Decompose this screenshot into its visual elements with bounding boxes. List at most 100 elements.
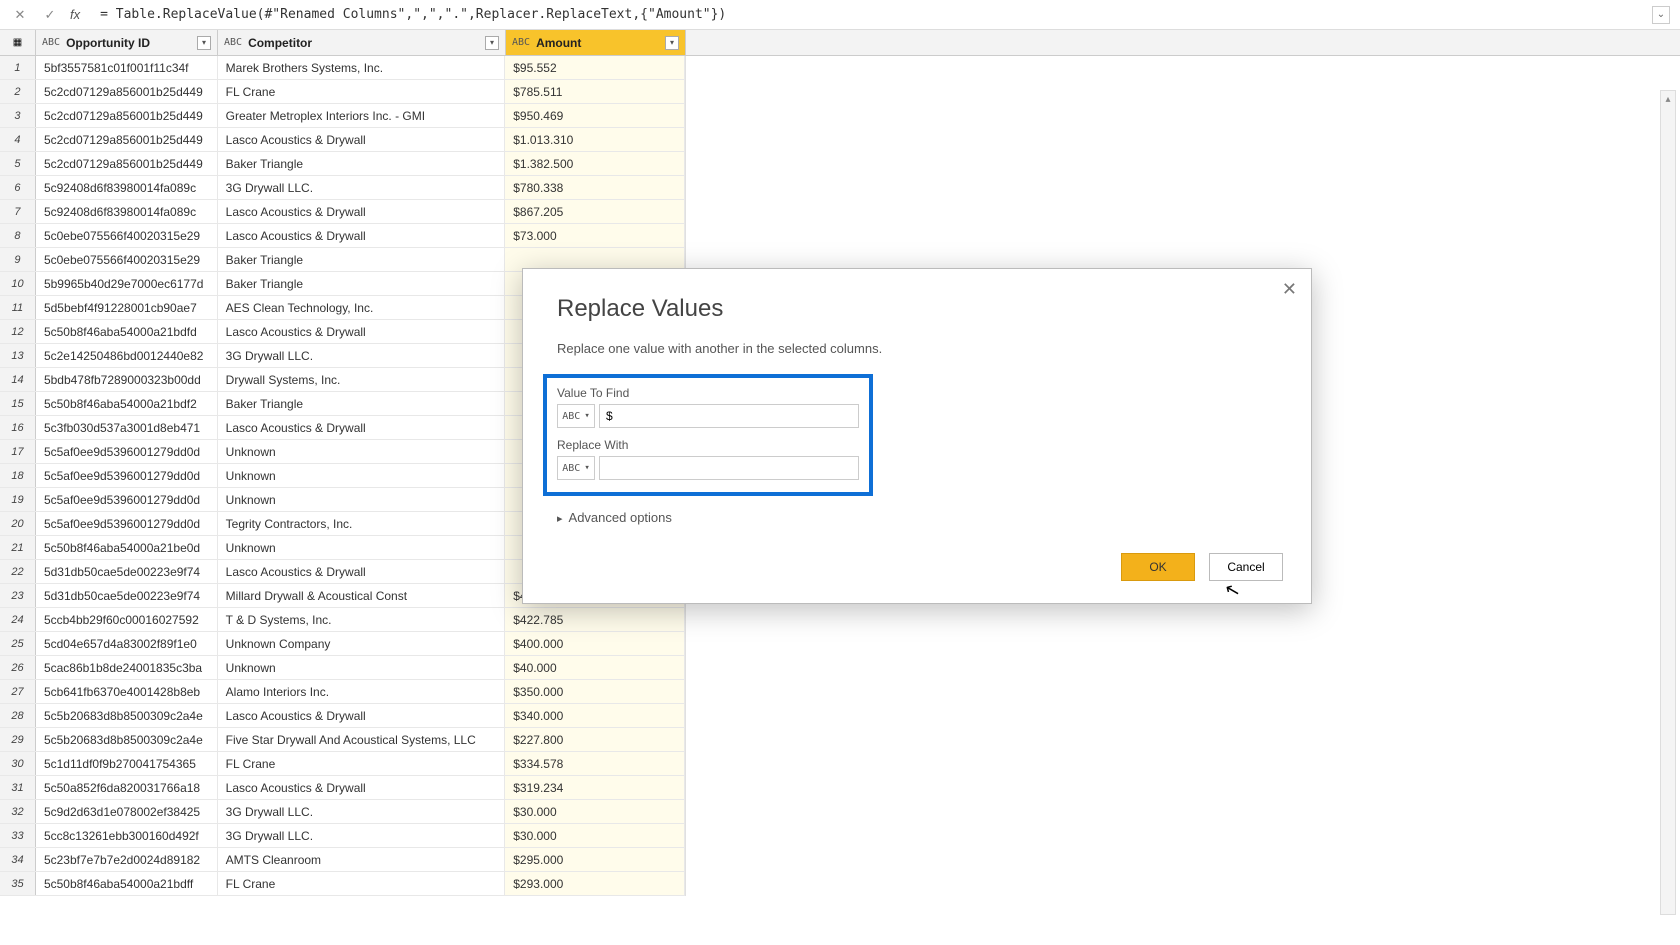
cell-competitor[interactable]: Baker Triangle (218, 152, 506, 175)
cell-opportunity[interactable]: 5c5af0ee9d5396001279dd0d (36, 512, 218, 535)
table-row[interactable]: 325c9d2d63d1e078002ef384253G Drywall LLC… (0, 800, 685, 824)
cell-competitor[interactable]: Lasco Acoustics & Drywall (218, 560, 506, 583)
table-row[interactable]: 255cd04e657d4a83002f89f1e0Unknown Compan… (0, 632, 685, 656)
cell-opportunity[interactable]: 5cd04e657d4a83002f89f1e0 (36, 632, 218, 655)
cell-opportunity[interactable]: 5c2cd07129a856001b25d449 (36, 152, 218, 175)
value-to-find-input[interactable] (599, 404, 859, 428)
cell-opportunity[interactable]: 5d31db50cae5de00223e9f74 (36, 584, 218, 607)
row-number[interactable]: 21 (0, 536, 36, 559)
cell-competitor[interactable]: Unknown (218, 488, 506, 511)
row-number[interactable]: 33 (0, 824, 36, 847)
cell-competitor[interactable]: Lasco Acoustics & Drywall (218, 128, 506, 151)
cell-competitor[interactable]: Drywall Systems, Inc. (218, 368, 506, 391)
cell-opportunity[interactable]: 5c50a852f6da820031766a18 (36, 776, 218, 799)
cell-opportunity[interactable]: 5c92408d6f83980014fa089c (36, 176, 218, 199)
row-number[interactable]: 27 (0, 680, 36, 703)
cell-opportunity[interactable]: 5c2cd07129a856001b25d449 (36, 104, 218, 127)
table-row[interactable]: 265cac86b1b8de24001835c3baUnknown$40.000 (0, 656, 685, 680)
table-row[interactable]: 345c23bf7e7b7e2d0024d89182AMTS Cleanroom… (0, 848, 685, 872)
row-number[interactable]: 8 (0, 224, 36, 247)
column-header-competitor[interactable]: ABC Competitor ▾ (218, 30, 506, 55)
cell-amount[interactable]: $40.000 (505, 656, 685, 679)
row-number[interactable]: 31 (0, 776, 36, 799)
table-row[interactable]: 65c92408d6f83980014fa089c3G Drywall LLC.… (0, 176, 685, 200)
cell-amount[interactable]: $30.000 (505, 800, 685, 823)
cell-competitor[interactable]: Baker Triangle (218, 272, 506, 295)
cell-competitor[interactable]: Lasco Acoustics & Drywall (218, 416, 506, 439)
row-number[interactable]: 26 (0, 656, 36, 679)
cell-opportunity[interactable]: 5c5b20683d8b8500309c2a4e (36, 704, 218, 727)
cell-competitor[interactable]: Unknown (218, 536, 506, 559)
cell-opportunity[interactable]: 5bf3557581c01f001f11c34f (36, 56, 218, 79)
cell-opportunity[interactable]: 5c5af0ee9d5396001279dd0d (36, 488, 218, 511)
row-number[interactable]: 5 (0, 152, 36, 175)
cell-opportunity[interactable]: 5c23bf7e7b7e2d0024d89182 (36, 848, 218, 871)
row-number[interactable]: 4 (0, 128, 36, 151)
cancel-button[interactable]: Cancel (1209, 553, 1283, 581)
row-number[interactable]: 14 (0, 368, 36, 391)
row-number[interactable]: 34 (0, 848, 36, 871)
cell-competitor[interactable]: AES Clean Technology, Inc. (218, 296, 506, 319)
table-row[interactable]: 55c2cd07129a856001b25d449Baker Triangle$… (0, 152, 685, 176)
cell-competitor[interactable]: 3G Drywall LLC. (218, 176, 506, 199)
cell-opportunity[interactable]: 5c2cd07129a856001b25d449 (36, 80, 218, 103)
cell-competitor[interactable]: 3G Drywall LLC. (218, 824, 506, 847)
cell-competitor[interactable]: Baker Triangle (218, 248, 506, 271)
row-number[interactable]: 17 (0, 440, 36, 463)
cell-opportunity[interactable]: 5c50b8f46aba54000a21be0d (36, 536, 218, 559)
cell-opportunity[interactable]: 5cac86b1b8de24001835c3ba (36, 656, 218, 679)
row-number[interactable]: 12 (0, 320, 36, 343)
row-number[interactable]: 18 (0, 464, 36, 487)
find-type-selector[interactable]: ABC (557, 404, 595, 428)
cell-opportunity[interactable]: 5c50b8f46aba54000a21bdff (36, 872, 218, 895)
cell-competitor[interactable]: T & D Systems, Inc. (218, 608, 506, 631)
cell-opportunity[interactable]: 5c5af0ee9d5396001279dd0d (36, 464, 218, 487)
cell-competitor[interactable]: Lasco Acoustics & Drywall (218, 320, 506, 343)
cell-competitor[interactable]: 3G Drywall LLC. (218, 800, 506, 823)
row-number[interactable]: 2 (0, 80, 36, 103)
cell-opportunity[interactable]: 5c50b8f46aba54000a21bdf2 (36, 392, 218, 415)
cell-amount[interactable]: $780.338 (505, 176, 685, 199)
cell-amount[interactable]: $30.000 (505, 824, 685, 847)
row-number[interactable]: 10 (0, 272, 36, 295)
column-header-amount[interactable]: ABC Amount ▾ (506, 30, 686, 55)
cell-opportunity[interactable]: 5c9d2d63d1e078002ef38425 (36, 800, 218, 823)
row-number[interactable]: 13 (0, 344, 36, 367)
cell-competitor[interactable]: AMTS Cleanroom (218, 848, 506, 871)
cell-amount[interactable]: $227.800 (505, 728, 685, 751)
cell-competitor[interactable]: Baker Triangle (218, 392, 506, 415)
row-number[interactable]: 11 (0, 296, 36, 319)
cell-opportunity[interactable]: 5b9965b40d29e7000ec6177d (36, 272, 218, 295)
cell-amount[interactable]: $785.511 (505, 80, 685, 103)
ok-button[interactable]: OK (1121, 553, 1195, 581)
cell-opportunity[interactable]: 5c1d11df0f9b270041754365 (36, 752, 218, 775)
cell-amount[interactable]: $350.000 (505, 680, 685, 703)
table-row[interactable]: 45c2cd07129a856001b25d449Lasco Acoustics… (0, 128, 685, 152)
cell-opportunity[interactable]: 5bdb478fb7289000323b00dd (36, 368, 218, 391)
cell-competitor[interactable]: Millard Drywall & Acoustical Const (218, 584, 506, 607)
cell-competitor[interactable]: Marek Brothers Systems, Inc. (218, 56, 506, 79)
table-row[interactable]: 75c92408d6f83980014fa089cLasco Acoustics… (0, 200, 685, 224)
row-number[interactable]: 30 (0, 752, 36, 775)
cell-amount[interactable]: $319.234 (505, 776, 685, 799)
row-number[interactable]: 16 (0, 416, 36, 439)
cell-opportunity[interactable]: 5c3fb030d537a3001d8eb471 (36, 416, 218, 439)
cell-amount[interactable]: $422.785 (505, 608, 685, 631)
cell-competitor[interactable]: FL Crane (218, 80, 506, 103)
cell-amount[interactable]: $400.000 (505, 632, 685, 655)
cell-amount[interactable]: $95.552 (505, 56, 685, 79)
table-row[interactable]: 85c0ebe075566f40020315e29Lasco Acoustics… (0, 224, 685, 248)
cell-competitor[interactable]: Unknown (218, 656, 506, 679)
cell-competitor[interactable]: FL Crane (218, 752, 506, 775)
cell-amount[interactable]: $293.000 (505, 872, 685, 895)
replace-with-input[interactable] (599, 456, 859, 480)
cell-competitor[interactable]: Alamo Interiors Inc. (218, 680, 506, 703)
cell-competitor[interactable]: Unknown (218, 440, 506, 463)
table-row[interactable]: 295c5b20683d8b8500309c2a4eFive Star Dryw… (0, 728, 685, 752)
cell-competitor[interactable]: Unknown Company (218, 632, 506, 655)
cancel-formula-icon[interactable]: ✕ (10, 5, 30, 25)
column-filter-icon[interactable]: ▾ (197, 36, 211, 50)
advanced-options-toggle[interactable]: Advanced options (557, 510, 1277, 525)
cell-amount[interactable]: $867.205 (505, 200, 685, 223)
cell-opportunity[interactable]: 5c0ebe075566f40020315e29 (36, 224, 218, 247)
